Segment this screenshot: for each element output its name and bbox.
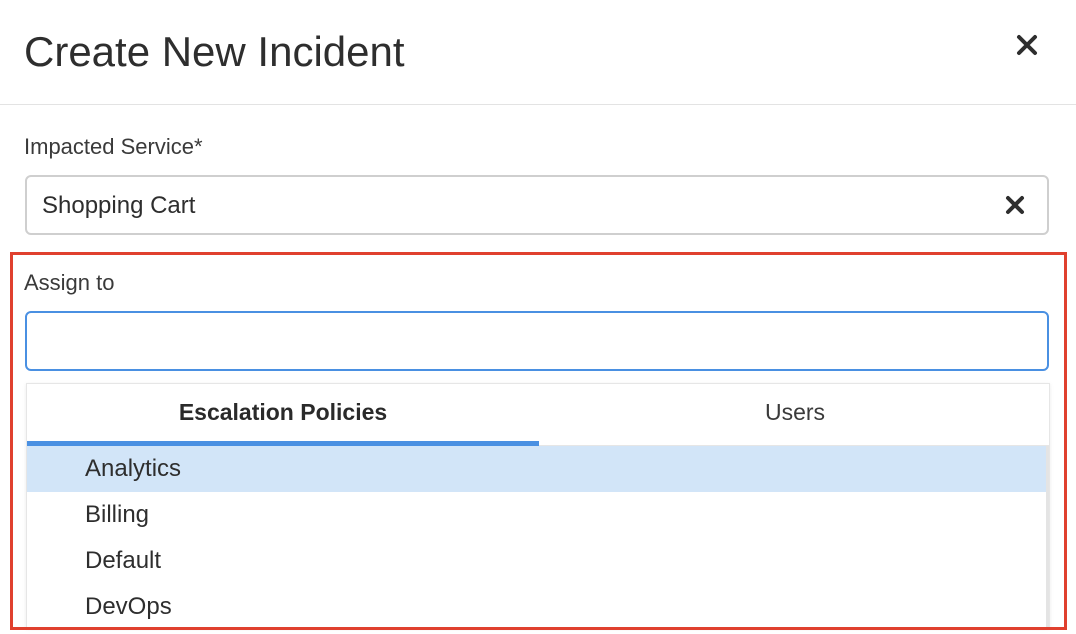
assign-to-label: Assign to xyxy=(24,270,115,295)
assign-to-dropdown: Escalation Policies Users Analytics Bill… xyxy=(26,383,1050,628)
option-default[interactable]: Default xyxy=(27,538,1049,584)
modal-header: Create New Incident xyxy=(0,0,1076,105)
impacted-service-value: Shopping Cart xyxy=(42,192,196,219)
close-button[interactable] xyxy=(1010,28,1044,62)
assign-to-input[interactable] xyxy=(25,311,1049,371)
option-devops[interactable]: DevOps xyxy=(27,584,1049,628)
impacted-service-label: Impacted Service* xyxy=(24,134,203,159)
dropdown-tabs: Escalation Policies Users xyxy=(27,384,1049,446)
clear-icon xyxy=(1001,191,1029,219)
clear-service-button[interactable] xyxy=(1001,191,1029,219)
options-list: Analytics Billing Default DevOps xyxy=(27,446,1049,628)
option-analytics[interactable]: Analytics xyxy=(27,446,1049,492)
close-icon xyxy=(1010,28,1044,62)
modal-title: Create New Incident xyxy=(24,28,405,75)
tab-escalation-policies[interactable]: Escalation Policies xyxy=(27,384,539,446)
impacted-service-field[interactable]: Shopping Cart xyxy=(25,175,1049,235)
tab-users[interactable]: Users xyxy=(539,384,1049,446)
option-billing[interactable]: Billing xyxy=(27,492,1049,538)
options-scrollbar[interactable] xyxy=(1046,446,1049,628)
